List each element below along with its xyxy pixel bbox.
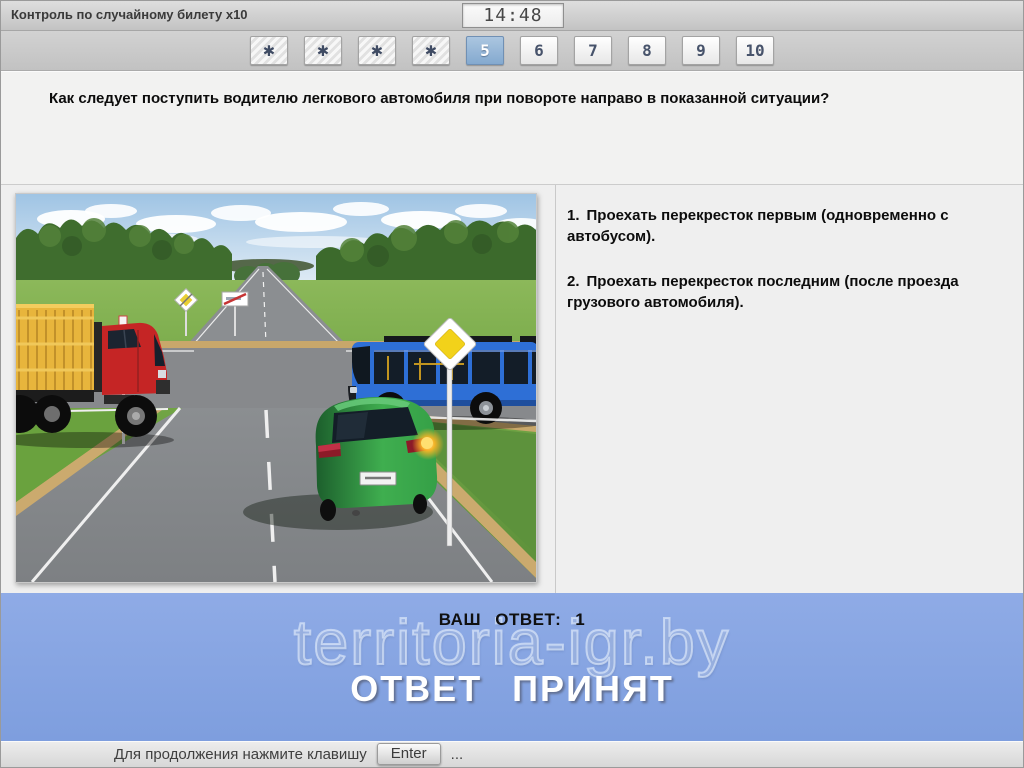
- continue-prompt: Для продолжения нажмите клавишу Enter ..…: [114, 741, 463, 767]
- tab-question-10[interactable]: 10: [736, 36, 774, 65]
- tab-question-3[interactable]: ✱: [358, 36, 396, 65]
- answer-option-1[interactable]: 1. Проехать перекресток первым (одновреме…: [567, 205, 1012, 247]
- your-answer-line: ВАШ ОТВЕТ: 1: [1, 610, 1023, 630]
- tab-question-4[interactable]: ✱: [412, 36, 450, 65]
- continue-prompt-ellipsis: ...: [450, 745, 464, 763]
- answer-number: 2.: [567, 273, 580, 290]
- turn-signal-core: [421, 437, 433, 449]
- answer-number: 1.: [567, 207, 580, 224]
- tab-question-9[interactable]: 9: [682, 36, 720, 65]
- tab-question-1[interactable]: ✱: [250, 36, 288, 65]
- answer-option-2[interactable]: 2. Проехать перекресток последним (после …: [567, 271, 1012, 313]
- footer-bar: Для продолжения нажмите клавишу Enter ..…: [1, 741, 1023, 767]
- answer-text: Проехать перекресток первым (одновременн…: [567, 207, 949, 245]
- your-answer-value: 1: [575, 610, 586, 629]
- answer-text: Проехать перекресток последним (после пр…: [567, 273, 959, 311]
- tab-question-6[interactable]: 6: [520, 36, 558, 65]
- traffic-scene-svg: [16, 194, 536, 582]
- result-panel: territoria-igr.by ВАШ ОТВЕТ: 1 ОТВЕТ ПРИН…: [1, 593, 1023, 741]
- your-answer-label: ВАШ ОТВЕТ:: [438, 610, 562, 629]
- exam-window: Контроль по случайному билету x10 14:48 …: [0, 0, 1024, 768]
- continue-prompt-text: Для продолжения нажмите клавишу: [114, 745, 367, 763]
- question-text: Как следует поступить водителю легкового…: [49, 90, 830, 107]
- question-area: Как следует поступить водителю легкового…: [1, 71, 1023, 185]
- exam-timer: 14:48: [462, 3, 564, 28]
- tab-question-8[interactable]: 8: [628, 36, 666, 65]
- content-divider: [555, 185, 556, 593]
- enter-key-label: Enter: [376, 743, 441, 765]
- tab-question-5[interactable]: 5: [466, 36, 504, 65]
- tab-question-7[interactable]: 7: [574, 36, 612, 65]
- traffic-scene-image: [15, 193, 537, 583]
- question-tabs: ✱ ✱ ✱ ✱ 5 6 7 8 9 10: [1, 31, 1023, 71]
- answer-accepted-status: ОТВЕТ ПРИНЯТ: [350, 668, 674, 709]
- answers-list: 1. Проехать перекресток первым (одновреме…: [567, 205, 1012, 337]
- tab-question-2[interactable]: ✱: [304, 36, 342, 65]
- content-area: 1. Проехать перекресток первым (одновреме…: [1, 185, 1023, 593]
- title-bar: Контроль по случайному билету x10 14:48: [1, 1, 1023, 31]
- window-title: Контроль по случайному билету x10: [11, 7, 248, 22]
